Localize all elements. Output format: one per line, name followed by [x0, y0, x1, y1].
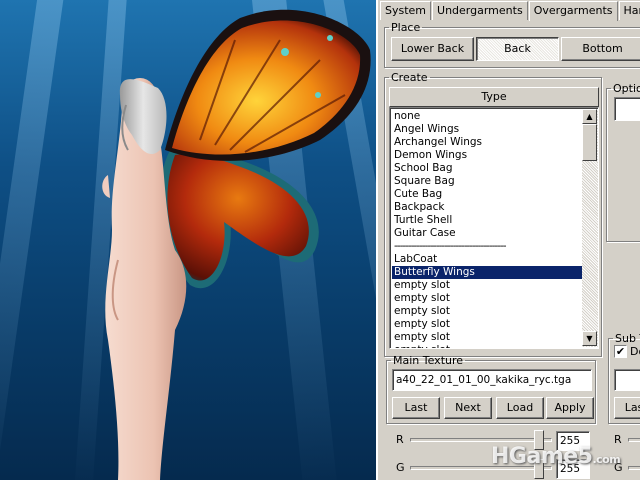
- list-item[interactable]: none: [392, 110, 582, 123]
- scroll-up-arrow-icon[interactable]: ▲: [582, 109, 597, 124]
- list-item[interactable]: Demon Wings: [392, 149, 582, 162]
- tab-bar: System Undergarments Overgarments Hands/…: [380, 1, 640, 21]
- list-separator: ----------------------------------------: [394, 240, 507, 252]
- tab-system[interactable]: System: [380, 1, 432, 20]
- green-label: G: [396, 461, 405, 474]
- scrollbar-thumb[interactable]: [582, 124, 597, 161]
- options-legend: Optio: [613, 82, 640, 95]
- list-item[interactable]: LabCoat: [392, 253, 582, 266]
- texture-filename-input[interactable]: a40_22_01_01_00_kakika_ryc.tga: [392, 369, 592, 391]
- back-button[interactable]: Back: [476, 37, 559, 61]
- options-field[interactable]: [614, 97, 640, 121]
- list-item[interactable]: School Bag: [392, 162, 582, 175]
- list-item[interactable]: empty slot: [392, 331, 582, 344]
- list-item[interactable]: Turtle Shell: [392, 214, 582, 227]
- character-model: [102, 9, 371, 480]
- list-item[interactable]: Guitar Case: [392, 227, 582, 240]
- texture-next-button[interactable]: Next: [444, 397, 492, 419]
- list-item[interactable]: Cute Bag: [392, 188, 582, 201]
- list-item[interactable]: Archangel Wings: [392, 136, 582, 149]
- control-panel: System Undergarments Overgarments Hands/…: [376, 0, 640, 480]
- sub-texture-checkbox[interactable]: ✔: [614, 345, 627, 358]
- list-item[interactable]: empty slot: [392, 305, 582, 318]
- texture-last-button[interactable]: Last: [392, 397, 440, 419]
- tab-hands-feet[interactable]: Hands/F: [618, 1, 640, 20]
- tab-overgarments[interactable]: Overgarments: [528, 1, 618, 21]
- sub-texture-input[interactable]: [614, 369, 640, 391]
- type-column-header[interactable]: Type: [389, 87, 599, 107]
- red-slider-track[interactable]: [410, 438, 552, 442]
- sub-red-slider-track[interactable]: [628, 438, 640, 442]
- sub-texture-legend: Sub T: [615, 332, 640, 345]
- texture-apply-button[interactable]: Apply: [546, 397, 594, 419]
- list-item[interactable]: empty slot: [392, 279, 582, 292]
- watermark-suffix: .com: [592, 453, 621, 466]
- scene-viewport[interactable]: [0, 0, 376, 480]
- red-label: R: [396, 433, 404, 446]
- sub-texture-checkbox-label: Do: [630, 345, 640, 358]
- list-item[interactable]: empty slot: [392, 318, 582, 331]
- tab-undergarments[interactable]: Undergarments: [432, 1, 528, 20]
- list-item[interactable]: Square Bag: [392, 175, 582, 188]
- type-list: none Angel Wings Archangel Wings Demon Wing…: [392, 110, 582, 348]
- create-legend: Create: [391, 71, 428, 84]
- type-listbox[interactable]: none Angel Wings Archangel Wings Demon Wing…: [389, 107, 599, 349]
- place-legend: Place: [391, 21, 421, 34]
- scroll-down-arrow-icon[interactable]: ▼: [582, 331, 597, 346]
- watermark-main: HGame5: [491, 444, 593, 469]
- list-scrollbar[interactable]: ▲ ▼: [582, 109, 598, 347]
- texture-load-button[interactable]: Load: [496, 397, 544, 419]
- sub-texture-last-button[interactable]: Las: [614, 397, 640, 419]
- list-item[interactable]: empty slot: [392, 344, 582, 348]
- lower-back-button[interactable]: Lower Back: [391, 37, 474, 61]
- site-watermark: HGame5.com: [491, 444, 621, 469]
- main-texture-legend: Main Texture: [393, 354, 464, 367]
- list-item[interactable]: Angel Wings: [392, 123, 582, 136]
- list-item[interactable]: Butterfly Wings: [392, 266, 582, 279]
- bottom-button[interactable]: Bottom: [561, 37, 640, 61]
- list-item[interactable]: empty slot: [392, 292, 582, 305]
- list-item[interactable]: Backpack: [392, 201, 582, 214]
- sub-green-slider-track[interactable]: [628, 466, 640, 470]
